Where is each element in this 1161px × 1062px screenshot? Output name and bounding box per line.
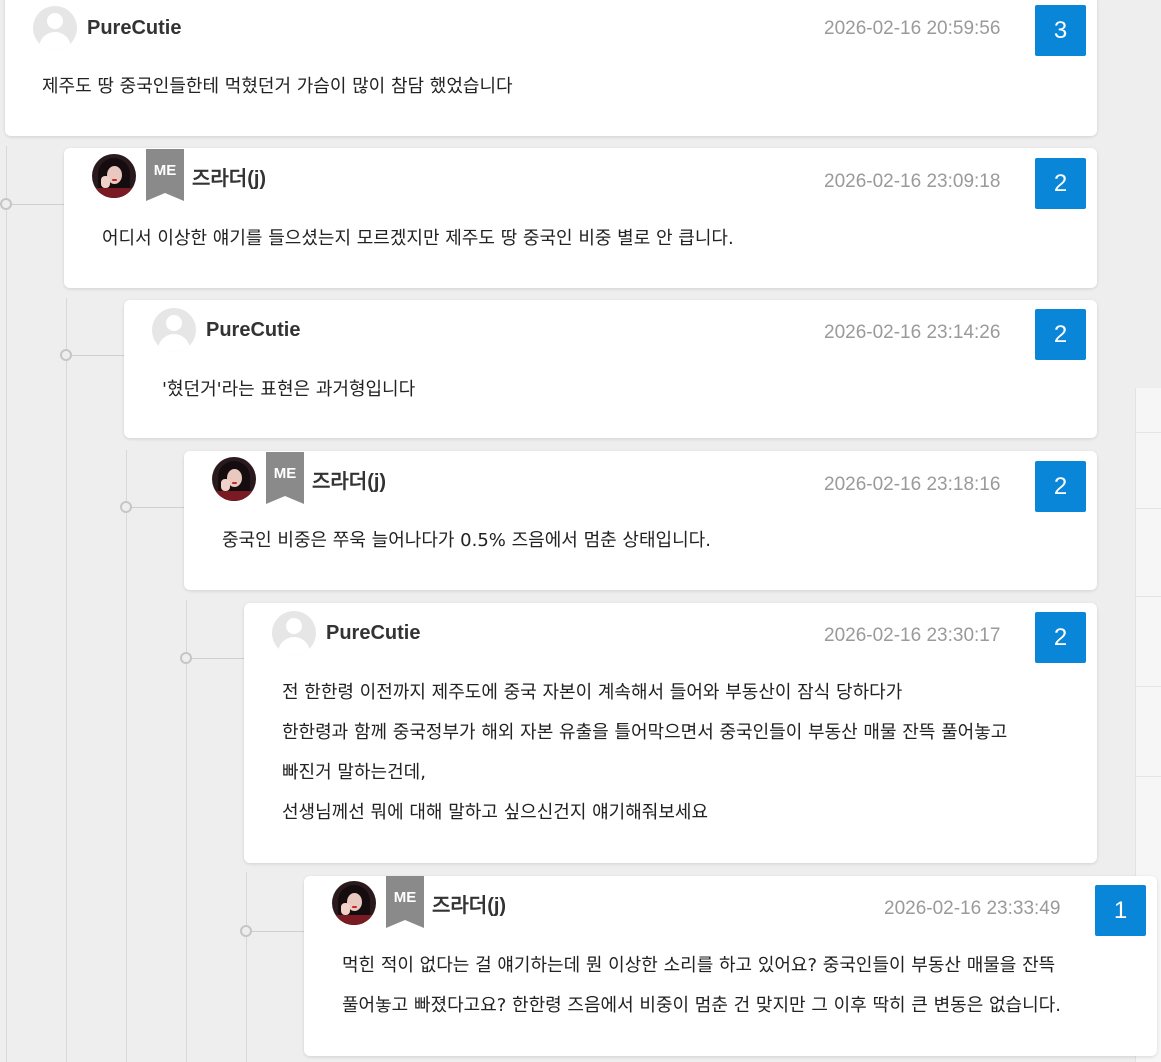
comment-header: PureCutie (152, 306, 300, 354)
comment-card: PureCutie 2026-02-16 23:30:17 2 전 한한령 이전… (244, 603, 1097, 863)
comment-card: PureCutie 2026-02-16 20:59:56 3 제주도 땅 중국… (5, 0, 1097, 136)
comment-text-line: 전 한한령 이전까지 제주도에 중국 자본이 계속해서 들어와 부동산이 잠식 … (282, 682, 903, 703)
comment-text-line: 먹힌 적이 없다는 걸 얘기하는데 뭔 이상한 소리를 하고 있어요? 중국인들… (342, 955, 1056, 976)
me-badge: ME (386, 876, 424, 928)
comment-text-line: 중국인 비중은 쭈욱 늘어나다가 0.5% 즈음에서 멈춘 상태입니다. (222, 530, 711, 551)
thread-line (66, 298, 67, 1062)
comment-author[interactable]: 즈라더(j) (192, 162, 266, 191)
me-badge-label: ME (393, 889, 417, 906)
comment-header: ME 즈라더(j) (212, 452, 386, 504)
comment-text-line: 선생님께선 뭐에 대해 말하고 싶으신건지 얘기해줘보세요 (282, 802, 709, 823)
reply-count-button[interactable]: 3 (1035, 5, 1086, 56)
comment-text-line: 한한령과 함께 중국정부가 해외 자본 유출을 틀어막으면서 중국인들이 부동산… (282, 722, 1008, 743)
comment-author[interactable]: 즈라더(j) (312, 465, 386, 494)
comment-timestamp: 2026-02-16 23:14:26 (824, 322, 1001, 343)
comment-author[interactable]: PureCutie (206, 319, 300, 342)
reply-count-button[interactable]: 2 (1035, 612, 1086, 663)
reply-count-button[interactable]: 2 (1035, 309, 1086, 360)
comment-body: 전 한한령 이전까지 제주도에 중국 자본이 계속해서 들어와 부동산이 잠식 … (282, 673, 1007, 833)
reply-count-button[interactable]: 2 (1035, 461, 1086, 512)
comment-author[interactable]: PureCutie (87, 17, 181, 40)
comment-header: PureCutie (272, 609, 420, 657)
comment-timestamp: 2026-02-16 23:33:49 (884, 898, 1061, 919)
side-panel-divider (1135, 432, 1161, 433)
thread-connector (126, 507, 184, 508)
me-badge-label: ME (273, 465, 297, 482)
thread-connector (66, 355, 124, 356)
user-avatar-icon[interactable] (152, 308, 196, 352)
comment-body: 먹힌 적이 없다는 걸 얘기하는데 뭔 이상한 소리를 하고 있어요? 중국인들… (342, 946, 1061, 1026)
comment-text-line: 풀어놓고 빠졌다고요? 한한령 즈음에서 비중이 멈춘 건 맞지만 그 이후 딱… (342, 995, 1061, 1016)
user-avatar[interactable] (92, 154, 136, 198)
side-panel-divider (1135, 508, 1161, 509)
thread-connector (186, 658, 244, 659)
comment-body: 중국인 비중은 쭈욱 늘어나다가 0.5% 즈음에서 멈춘 상태입니다. (222, 521, 711, 561)
thread-node (0, 198, 12, 210)
comment-body: '혔던거'라는 표현은 과거형입니다 (162, 370, 415, 410)
comment-header: PureCutie (33, 4, 181, 52)
comment-timestamp: 2026-02-16 23:30:17 (824, 625, 1001, 646)
side-panel-divider (1135, 776, 1161, 777)
comment-text-line: 어디서 이상한 얘기를 들으셨는지 모르겠지만 제주도 땅 중국인 비중 별로 … (102, 228, 734, 249)
comment-text-line: 빠진거 말하는건데, (282, 762, 426, 783)
thread-line (186, 600, 187, 1062)
thread-line (246, 872, 247, 1062)
me-badge: ME (266, 452, 304, 504)
user-avatar[interactable] (212, 457, 256, 501)
comment-card: ME 즈라더(j) 2026-02-16 23:09:18 2 어디서 이상한 … (64, 148, 1097, 288)
comment-author[interactable]: PureCutie (326, 622, 420, 645)
user-avatar[interactable] (332, 881, 376, 925)
me-badge-label: ME (153, 162, 177, 179)
side-panel-divider (1135, 686, 1161, 687)
comment-body: 제주도 땅 중국인들한테 먹혔던거 가슴이 많이 참담 했었습니다 (42, 67, 513, 107)
comment-text-line: 제주도 땅 중국인들한테 먹혔던거 가슴이 많이 참담 했었습니다 (42, 76, 513, 97)
comment-header: ME 즈라더(j) (92, 149, 266, 201)
comment-body: 어디서 이상한 얘기를 들으셨는지 모르겠지만 제주도 땅 중국인 비중 별로 … (102, 219, 734, 259)
comment-card: ME 즈라더(j) 2026-02-16 23:33:49 1 먹힌 적이 없다… (304, 876, 1157, 1056)
comment-card: PureCutie 2026-02-16 23:14:26 2 '혔던거'라는 … (124, 300, 1097, 438)
comment-thread: PureCutie 2026-02-16 20:59:56 3 제주도 땅 중국… (0, 0, 1161, 1062)
user-avatar-icon[interactable] (33, 6, 77, 50)
user-avatar-icon[interactable] (272, 611, 316, 655)
comment-timestamp: 2026-02-16 23:09:18 (824, 171, 1001, 192)
comment-timestamp: 2026-02-16 20:59:56 (824, 18, 1001, 39)
thread-node (120, 501, 132, 513)
thread-line (6, 146, 7, 1062)
me-badge: ME (146, 149, 184, 201)
thread-connector (6, 204, 64, 205)
thread-line (126, 450, 127, 1062)
side-panel-divider (1135, 596, 1161, 597)
comment-card: ME 즈라더(j) 2026-02-16 23:18:16 2 중국인 비중은 … (184, 451, 1097, 590)
comment-text-line: '혔던거'라는 표현은 과거형입니다 (162, 379, 416, 400)
reply-count-button[interactable]: 2 (1035, 158, 1086, 209)
thread-node (240, 925, 252, 937)
comment-header: ME 즈라더(j) (332, 876, 506, 928)
comment-author[interactable]: 즈라더(j) (432, 889, 506, 918)
thread-connector (246, 931, 304, 932)
thread-node (60, 349, 72, 361)
thread-node (180, 652, 192, 664)
comment-timestamp: 2026-02-16 23:18:16 (824, 474, 1001, 495)
reply-count-button[interactable]: 1 (1095, 885, 1146, 936)
